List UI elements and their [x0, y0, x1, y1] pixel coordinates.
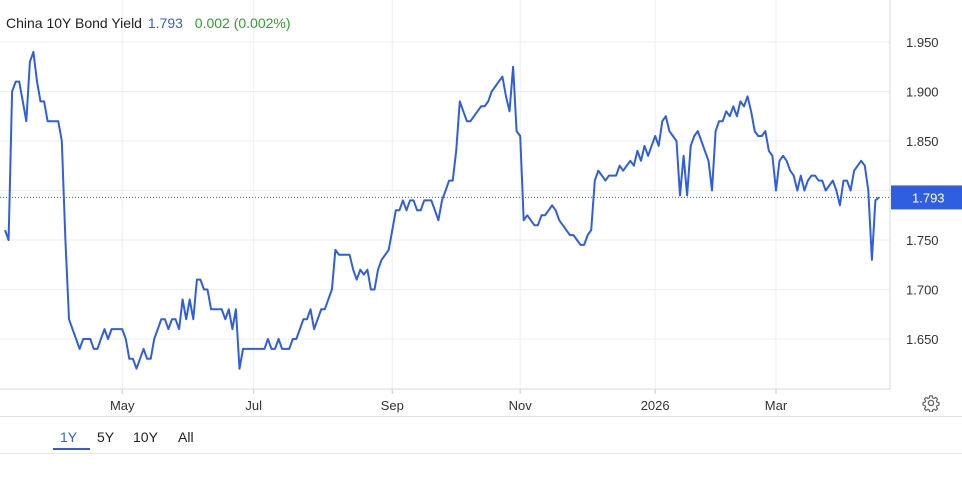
tab-all[interactable]: All [178, 429, 194, 445]
tab-10y[interactable]: 10Y [133, 429, 158, 445]
tab-1y[interactable]: 1Y [60, 429, 77, 445]
y-tick-label: 1.850 [906, 134, 939, 149]
tab-5y[interactable]: 5Y [97, 429, 114, 445]
gear-icon[interactable] [922, 394, 940, 413]
current-yield-value: 1.793 [147, 15, 183, 31]
range-tabs: 1Y 5Y 10Y All [0, 416, 962, 454]
yield-change: 0.002 (0.002%) [194, 15, 291, 31]
y-tick-label: 1.700 [906, 283, 939, 298]
x-tick-label: Nov [509, 398, 533, 413]
series-line [4, 50, 880, 370]
yield-line-chart[interactable]: 1.6501.7001.7501.8001.8501.9001.950MayJu… [0, 0, 962, 416]
x-tick-label: Sep [381, 398, 404, 413]
active-tab-indicator [53, 448, 90, 450]
x-tick-label: Mar [765, 398, 788, 413]
instrument-title: China 10Y Bond Yield [6, 15, 142, 31]
y-tick-label: 1.750 [906, 233, 939, 248]
x-tick-label: 2026 [641, 398, 670, 413]
x-tick-label: Jul [245, 398, 262, 413]
current-value-label: 1.793 [912, 190, 945, 205]
chart-area[interactable]: 1.6501.7001.7501.8001.8501.9001.950MayJu… [0, 0, 962, 416]
x-tick-label: May [110, 398, 135, 413]
chart-header: China 10Y Bond Yield 1.793 0.002 (0.002%… [6, 15, 293, 31]
y-tick-label: 1.900 [906, 85, 939, 100]
y-tick-label: 1.950 [906, 35, 939, 50]
y-tick-label: 1.650 [906, 332, 939, 347]
